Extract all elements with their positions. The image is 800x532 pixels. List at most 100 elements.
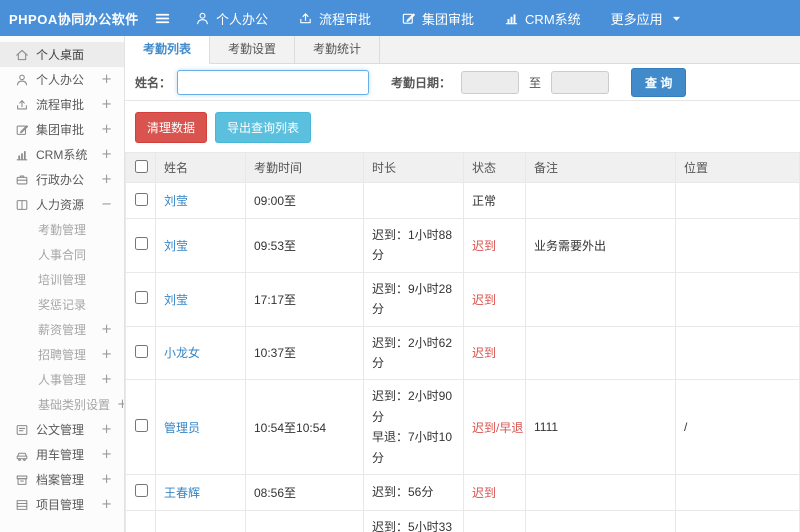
name-label: 姓名： [135, 75, 172, 90]
location [675, 182, 800, 219]
sidebar-item-admin-office[interactable]: 行政办公 + [0, 167, 124, 192]
sidebar-subitem-base-category[interactable]: 基础类别设置+ [0, 392, 124, 417]
nav-item-workflow-approval[interactable]: 流程审批 [298, 9, 371, 28]
sidebar: 个人桌面 个人办公 + 流程审批 + 集团审批 + CRM系统 + 行政办公 + 人力资源 − 考勤管理人… [0, 36, 125, 532]
tab-attendance-stats[interactable]: 考勤统计 [295, 36, 381, 63]
expand-toggle: + [101, 72, 112, 87]
employee-name-link[interactable]: 小龙女 [164, 346, 200, 360]
book-icon [15, 198, 29, 212]
sidebar-item-personal-office[interactable]: 个人办公 + [0, 67, 124, 92]
sidebar-item-vehicle[interactable]: 用车管理 + [0, 442, 124, 467]
expand-toggle: + [101, 372, 112, 387]
employee-name-link[interactable]: 管理员 [164, 421, 200, 435]
expand-toggle: − [101, 197, 112, 212]
location [675, 473, 800, 511]
nav-item-group-approval[interactable]: 集团审批 [401, 9, 474, 28]
tabstrip: 考勤列表 考勤设置 考勤统计 [125, 36, 800, 64]
sidebar-item-hr[interactable]: 人力资源 − [0, 192, 124, 217]
sidebar-item-crm[interactable]: CRM系统 + [0, 142, 124, 167]
project-icon [15, 498, 29, 512]
duration: 迟到：2小时62分 [363, 325, 464, 381]
caret-down-icon [669, 11, 684, 26]
expand-toggle: + [101, 497, 112, 512]
attendance-time: 10:54至10:54 [245, 379, 364, 475]
row-checkbox[interactable] [135, 291, 148, 305]
row-checkbox[interactable] [135, 344, 148, 358]
sidebar-subitem-personnel[interactable]: 人事管理 + [0, 367, 124, 392]
nav-item-personal-office[interactable]: 个人办公 [195, 9, 268, 28]
col-status: 状态 [463, 152, 526, 183]
duration [363, 182, 464, 219]
sidebar-item-official-doc[interactable]: 公文管理 + [0, 417, 124, 442]
expand-toggle: + [117, 397, 124, 412]
attendance-time: 17:17至 [245, 271, 364, 327]
expand-toggle: + [101, 472, 112, 487]
search-bar: 姓名： 考勤日期： 至 查 询 [125, 64, 800, 101]
employee-name-link[interactable]: 刘莹 [164, 194, 188, 208]
nav-item-more-apps[interactable]: 更多应用 [611, 9, 684, 28]
remark [525, 182, 676, 219]
attendance-time: 09:00至 [245, 182, 364, 219]
location [675, 271, 800, 327]
row-checkbox[interactable] [135, 484, 148, 498]
select-all-checkbox[interactable] [135, 159, 148, 173]
col-name: 姓名 [155, 152, 246, 183]
row-checkbox[interactable] [135, 419, 148, 433]
remark [525, 509, 676, 532]
sidebar-item-archives[interactable]: 档案管理 + [0, 467, 124, 492]
sidebar-subitem-salary[interactable]: 薪资管理 + [0, 317, 124, 342]
sidebar-item-group-approval[interactable]: 集团审批 + [0, 117, 124, 142]
date-label: 考勤日期： [391, 75, 452, 90]
date-to-input[interactable] [551, 70, 610, 94]
employee-name-link[interactable]: 刘莹 [164, 293, 188, 307]
date-to-separator: 至 [529, 75, 542, 90]
location: / [675, 379, 800, 475]
sidebar-subitem-hr-contract[interactable]: 人事合同 [0, 242, 124, 267]
document-icon [15, 423, 29, 437]
sidebar-subitem-attendance[interactable]: 考勤管理 [0, 217, 124, 242]
edit-icon [401, 11, 416, 26]
date-from-input[interactable] [461, 70, 520, 94]
nav-item-crm[interactable]: CRM系统 [504, 9, 581, 28]
col-remark: 备注 [525, 152, 676, 183]
status: 迟到 [463, 473, 526, 511]
car-icon [15, 448, 29, 462]
row-checkbox[interactable] [135, 237, 148, 251]
home-icon [15, 48, 29, 62]
tab-attendance-settings[interactable]: 考勤设置 [210, 36, 296, 63]
row-checkbox[interactable] [135, 192, 148, 206]
export-list-button[interactable]: 导出查询列表 [215, 112, 312, 143]
sidebar-item-project[interactable]: 项目管理 + [0, 492, 124, 517]
clean-data-button[interactable]: 清理数据 [135, 112, 208, 143]
sidebar-subitem-rewards[interactable]: 奖惩记录 [0, 292, 124, 317]
topbar: PHPOA协同办公软件 个人办公 流程审批 集团审批 CRM系统 更多应用 [0, 0, 800, 36]
duration: 迟到：56分 [363, 473, 464, 511]
name-search-input[interactable] [177, 69, 370, 95]
table-row: 刘莹 09:00至 正常 [125, 182, 800, 219]
nav-item-label: 更多应用 [610, 11, 663, 27]
expand-toggle: + [101, 322, 112, 337]
nav-item-label: 集团审批 [422, 11, 475, 27]
sidebar-item-workflow-approval[interactable]: 流程审批 + [0, 92, 124, 117]
sidebar-subitem-training[interactable]: 培训管理 [0, 267, 124, 292]
employee-name-link[interactable]: 王春辉 [164, 486, 200, 500]
query-button[interactable]: 查 询 [631, 67, 687, 97]
nav-item-label: 流程审批 [319, 11, 372, 27]
status: 迟到 [463, 325, 526, 381]
sidebar-item-desktop[interactable]: 个人桌面 [0, 42, 124, 67]
expand-toggle: + [101, 122, 112, 137]
duration: 迟到：2小时90分 早退：7小时10分 [363, 379, 464, 475]
nav-item-label: 个人办公 [216, 11, 269, 27]
table-row: 刘莹 17:17至 迟到：9小时28分 迟到 [125, 271, 800, 327]
user-icon [195, 11, 210, 26]
hamburger-menu-icon[interactable] [154, 10, 171, 27]
location [675, 325, 800, 381]
expand-toggle: + [101, 347, 112, 362]
status: 正常 [463, 182, 526, 219]
sidebar-subitem-recruitment[interactable]: 招聘管理 + [0, 342, 124, 367]
employee-name-link[interactable]: 刘莹 [164, 239, 188, 253]
remark [525, 325, 676, 381]
expand-toggle: + [101, 147, 112, 162]
user-icon [15, 73, 29, 87]
tab-attendance-list[interactable]: 考勤列表 [125, 36, 211, 64]
